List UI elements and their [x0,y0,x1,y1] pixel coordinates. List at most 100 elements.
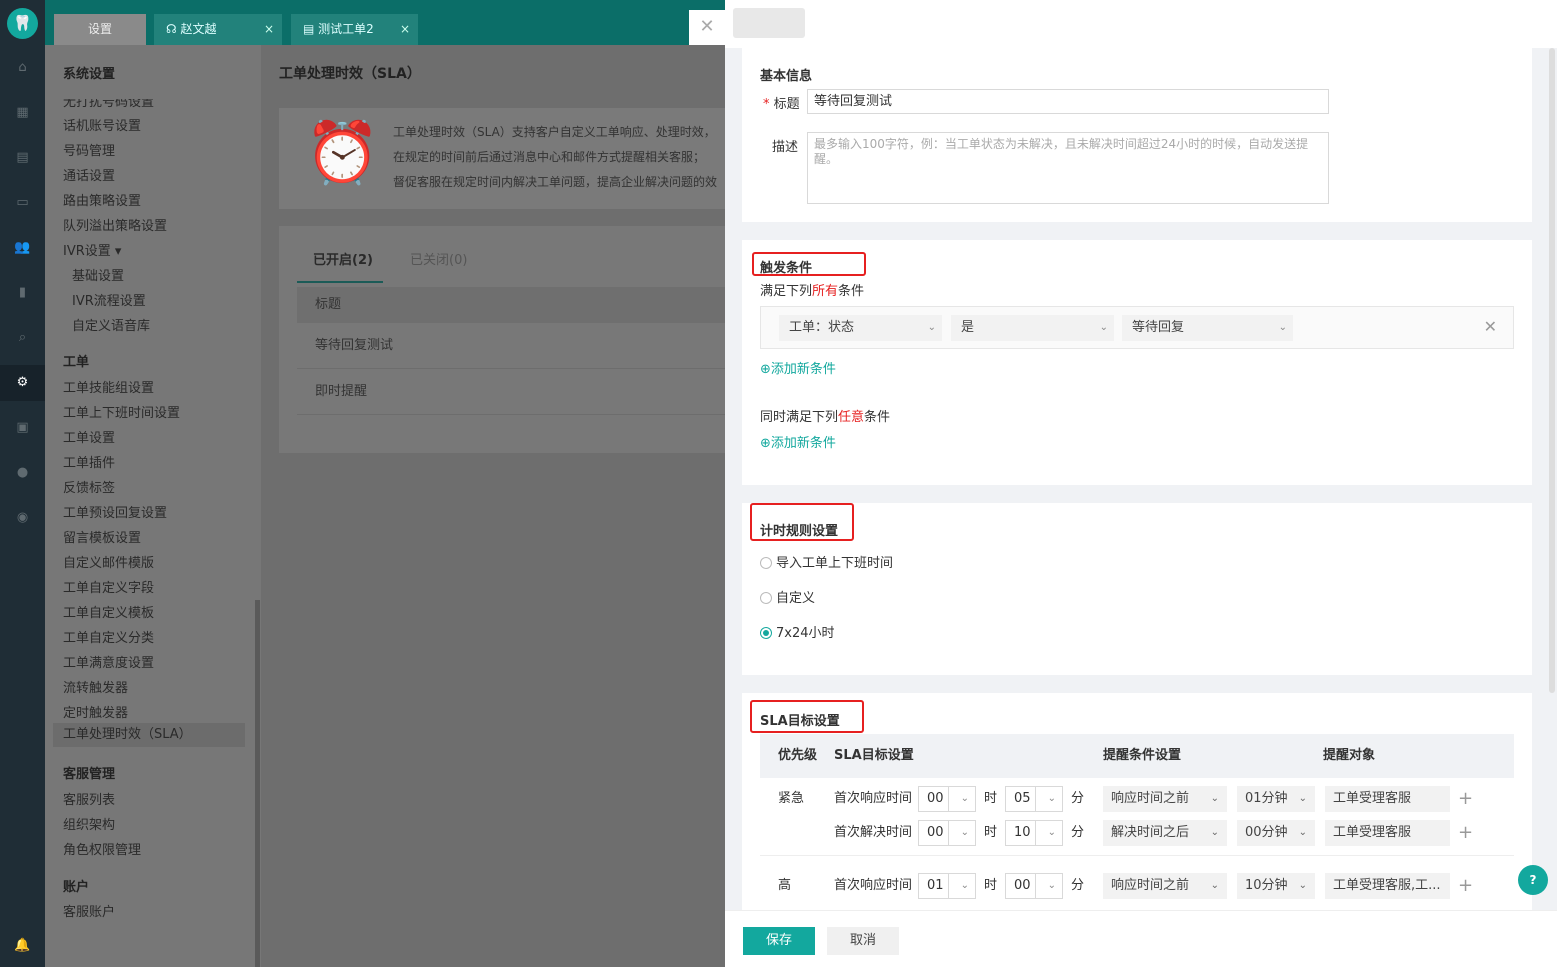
menu-item[interactable]: 自定义语音库 [72,315,150,334]
section-title: 触发条件 [760,261,813,276]
menu-item[interactable]: 客服账户 [63,901,115,920]
menu-item[interactable]: 角色权限管理 [63,839,141,858]
condition-field-select[interactable]: 工单：状态 ⌄ [779,315,942,341]
hour-select[interactable]: 00 ⌄ [918,786,976,812]
chevron-down-icon: ⌄ [1210,880,1219,891]
row-divider [760,855,1514,856]
radio-label: 导入工单上下班时间 [776,556,894,571]
menu-item[interactable]: 客服列表 [63,789,115,808]
minute-select[interactable]: 05 ⌄ [1005,786,1063,812]
home-icon[interactable]: ⌂ [0,50,45,86]
table-row[interactable]: 即时提醒 [297,369,725,415]
radio-7x24[interactable]: 7x24小时 [760,622,835,641]
tab-settings[interactable]: 设置 [54,14,146,45]
condition-value-select[interactable]: 等待回复 ⌄ [1122,315,1293,341]
title-input[interactable]: 等待回复测试 [807,89,1329,114]
menu-item[interactable]: 队列溢出策略设置 [63,215,167,234]
minute-select[interactable]: 10 ⌄ [1005,820,1063,846]
search-icon[interactable]: ⌕ [0,320,45,356]
close-tab-icon[interactable]: × [400,14,410,45]
tab-test-ticket[interactable]: ▤ 测试工单2 × [291,14,418,45]
remind-time-select[interactable]: 00分钟 ⌄ [1237,820,1315,846]
add-rule-icon[interactable]: + [1458,873,1473,899]
monitor-icon[interactable]: ▣ [0,410,45,446]
text: 同时满足下列 [760,410,839,425]
menu-scrollbar[interactable] [255,600,260,967]
tab-zhaowenyue[interactable]: ☊ 赵文越 × [154,14,282,45]
menu-item[interactable]: 定时触发器 [63,702,128,721]
add-rule-icon[interactable]: + [1458,786,1473,812]
menu-item[interactable]: 无打扰号码设置 [63,99,154,110]
menu-item[interactable]: 自定义邮件模版 [63,552,154,571]
menu-item[interactable]: 组织架构 [63,814,115,833]
gear-icon[interactable]: ⚙ [0,365,45,401]
menu-item[interactable]: 路由策略设置 [63,190,141,209]
menu-item[interactable]: 工单预设回复设置 [63,502,167,521]
unit-hour: 时 [984,825,998,840]
tooth-logo-icon[interactable]: 🦷 [7,8,38,39]
trigger-card: 触发条件 满足下列所有条件 工单：状态 ⌄ 是 ⌄ 等待回复 ⌄ ✕ ⊕添加新条件 同… [742,240,1532,485]
close-tab-icon[interactable]: × [264,14,274,45]
bell-icon[interactable]: 🔔 [0,928,45,964]
drawer-scrollbar[interactable] [1549,48,1555,693]
menu-item[interactable]: 话机账号设置 [63,115,141,134]
remind-time-select[interactable]: 10分钟 ⌄ [1237,873,1315,899]
menu-item[interactable]: 工单自定义字段 [63,577,154,596]
document-icon[interactable]: ▤ [0,140,45,176]
users-icon[interactable]: 👥 [0,230,45,266]
save-button[interactable]: 保存 [743,927,815,955]
add-rule-icon[interactable]: + [1458,820,1473,846]
hour-select[interactable]: 01 ⌄ [918,873,976,899]
add-condition-link[interactable]: ⊕添加新条件 [760,358,836,377]
radio-circle[interactable] [760,557,772,569]
select-value: 工单受理客服 [1333,825,1412,840]
chevron-down-icon: ⌄ [1047,880,1056,891]
menu-item[interactable]: 号码管理 [63,140,115,159]
radio-circle[interactable] [760,592,772,604]
minute-select[interactable]: 00 ⌄ [1005,873,1063,899]
menu-item[interactable]: 工单插件 [63,452,115,471]
radio-import-hours[interactable]: 导入工单上下班时间 [760,552,893,571]
hour-select[interactable]: 00 ⌄ [918,820,976,846]
recipient-select[interactable]: 工单受理客服 [1325,820,1450,846]
recipient-select[interactable]: 工单受理客服,工... [1325,873,1450,899]
menu-item[interactable]: 基础设置 [72,265,124,284]
menu-section-title: 客服管理 [63,767,116,782]
table-row[interactable]: 等待回复测试 [297,323,725,369]
remind-condition-select[interactable]: 解决时间之后 ⌄ [1103,820,1227,846]
menu-item[interactable]: 工单自定义模板 [63,602,154,621]
close-drawer-icon[interactable]: ✕ [689,10,725,45]
bar-chart-icon[interactable]: ▮ [0,275,45,311]
remind-time-select[interactable]: 01分钟 ⌄ [1237,786,1315,812]
menu-item[interactable]: 工单自定义分类 [63,627,154,646]
cancel-button[interactable]: 取消 [827,927,899,955]
radio-custom[interactable]: 自定义 [760,587,815,606]
menu-item[interactable]: 工单设置 [63,427,115,446]
menu-item[interactable]: 通话设置 [63,165,115,184]
chat-icon[interactable]: ▭ [0,185,45,221]
menu-item-sla[interactable]: 工单处理时效（SLA） [53,723,245,747]
menu-item[interactable]: 工单技能组设置 [63,377,154,396]
menu-item-ivr[interactable]: IVR设置 ▾ [63,240,121,259]
remind-condition-select[interactable]: 响应时间之前 ⌄ [1103,786,1227,812]
condition-op-select[interactable]: 是 ⌄ [951,315,1114,341]
menu-item[interactable]: IVR流程设置 [72,290,146,309]
chevron-down-icon: ⌄ [1210,827,1219,838]
help-icon[interactable]: ? [1518,865,1548,895]
radio-circle-checked[interactable] [760,627,772,639]
grid-icon[interactable]: ▦ [0,95,45,131]
add-condition-link[interactable]: ⊕添加新条件 [760,432,836,451]
menu-item[interactable]: 流转触发器 [63,677,128,696]
user-icon[interactable]: ◉ [0,500,45,536]
menu-item[interactable]: 工单上下班时间设置 [63,402,180,421]
menu-item[interactable]: 留言模板设置 [63,527,141,546]
menu-item[interactable]: 反馈标签 [63,477,115,496]
remind-condition-select[interactable]: 响应时间之前 ⌄ [1103,873,1227,899]
recipient-select[interactable]: 工单受理客服 [1325,786,1450,812]
tab-enabled[interactable]: 已开启(2) [313,249,373,268]
globe-icon[interactable]: ● [0,455,45,491]
description-textarea[interactable]: 最多输入100字符，例：当工单状态为未解决，且未解决时间超过24小时的时候，自动… [807,132,1329,204]
menu-item[interactable]: 工单满意度设置 [63,652,154,671]
remove-condition-icon[interactable]: ✕ [1484,317,1497,336]
tab-disabled[interactable]: 已关闭(0) [410,249,467,268]
